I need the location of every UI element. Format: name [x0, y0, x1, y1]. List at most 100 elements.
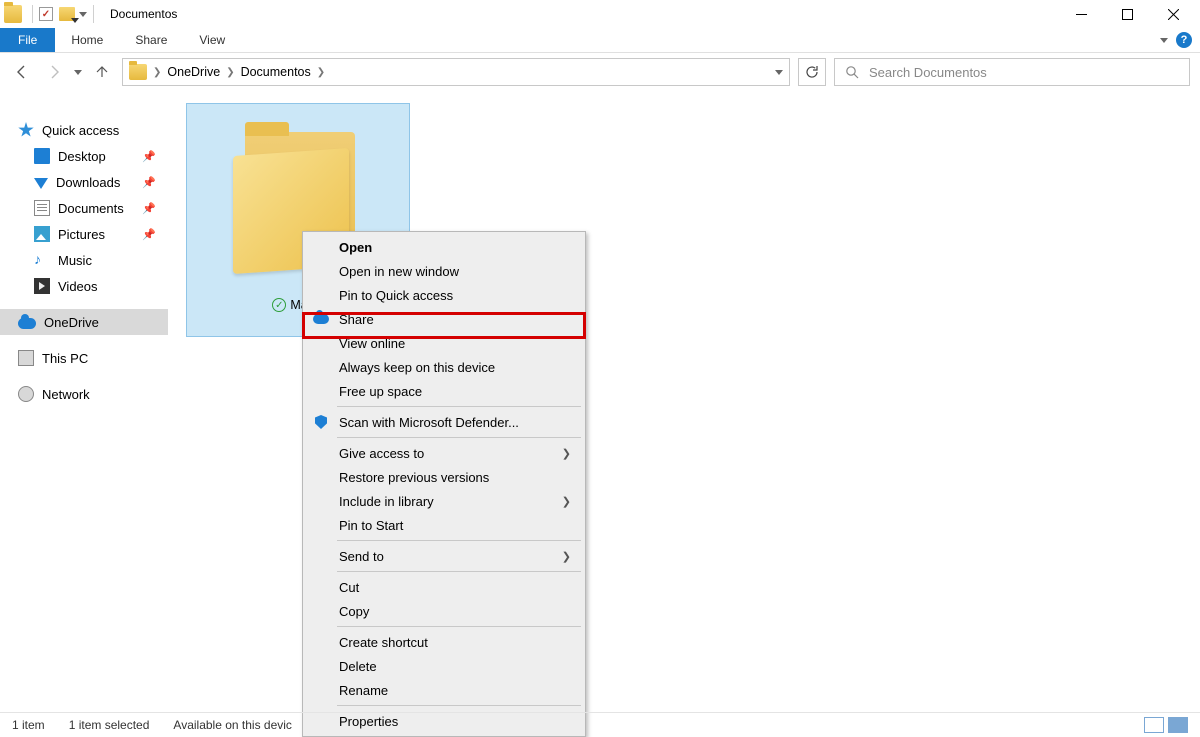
- qat-dropdown-icon[interactable]: [79, 12, 87, 17]
- ctx-label: Send to: [339, 549, 384, 564]
- ctx-defender-scan[interactable]: Scan with Microsoft Defender...: [305, 410, 583, 434]
- chevron-right-icon[interactable]: ❯: [153, 67, 161, 78]
- ctx-label: Scan with Microsoft Defender...: [339, 415, 519, 430]
- ctx-pin-quick-access[interactable]: Pin to Quick access: [305, 283, 583, 307]
- desktop-icon: [34, 148, 50, 164]
- chevron-right-icon: ❯: [562, 495, 571, 508]
- pin-icon: 📌: [142, 202, 156, 215]
- large-icons-view-button[interactable]: [1168, 717, 1188, 733]
- address-bar[interactable]: ❯ OneDrive ❯ Documentos ❯: [122, 58, 790, 86]
- address-folder-icon: [129, 64, 147, 80]
- share-tab[interactable]: Share: [119, 28, 183, 52]
- chevron-right-icon: ❯: [562, 550, 571, 563]
- ctx-label: Give access to: [339, 446, 424, 461]
- file-tab[interactable]: File: [0, 28, 55, 52]
- nav-downloads[interactable]: Downloads📌: [0, 169, 168, 195]
- nav-videos[interactable]: Videos: [0, 273, 168, 299]
- forward-button[interactable]: [42, 60, 66, 84]
- help-button[interactable]: ?: [1176, 32, 1192, 48]
- context-menu: Open Open in new window Pin to Quick acc…: [302, 231, 586, 737]
- chevron-right-icon[interactable]: ❯: [317, 67, 325, 78]
- music-icon: ♪: [34, 252, 50, 268]
- ctx-copy[interactable]: Copy: [305, 599, 583, 623]
- selected-count: 1 item selected: [69, 718, 150, 732]
- details-view-button[interactable]: [1144, 717, 1164, 733]
- navigation-row: ❯ OneDrive ❯ Documentos ❯ Search Documen…: [0, 53, 1200, 91]
- nav-label: Documents: [58, 201, 124, 216]
- ctx-open-new-window[interactable]: Open in new window: [305, 259, 583, 283]
- nav-music[interactable]: ♪ Music: [0, 247, 168, 273]
- divider: [93, 5, 94, 23]
- home-tab[interactable]: Home: [55, 28, 119, 52]
- ribbon: File Home Share View ?: [0, 28, 1200, 53]
- ctx-separator: [337, 705, 581, 706]
- minimize-button[interactable]: [1058, 0, 1104, 28]
- network-icon: [18, 386, 34, 402]
- nav-onedrive[interactable]: OneDrive: [0, 309, 168, 335]
- ctx-restore-previous[interactable]: Restore previous versions: [305, 465, 583, 489]
- ctx-rename[interactable]: Rename: [305, 678, 583, 702]
- ctx-delete[interactable]: Delete: [305, 654, 583, 678]
- navigation-pane: Quick access Desktop 📌 Downloads📌 Documen…: [0, 91, 168, 712]
- ctx-separator: [337, 437, 581, 438]
- ctx-free-up-space[interactable]: Free up space: [305, 379, 583, 403]
- refresh-button[interactable]: [798, 58, 826, 86]
- ctx-label: Open in new window: [339, 264, 459, 279]
- chevron-right-icon: ❯: [562, 447, 571, 460]
- crumb-onedrive[interactable]: OneDrive: [167, 65, 220, 79]
- maximize-button[interactable]: [1104, 0, 1150, 28]
- close-button[interactable]: [1150, 0, 1196, 28]
- search-icon: [845, 65, 859, 79]
- search-box[interactable]: Search Documentos: [834, 58, 1190, 86]
- ctx-share[interactable]: Share: [305, 307, 583, 331]
- pin-icon: 📌: [142, 176, 156, 189]
- nav-label: This PC: [42, 351, 88, 366]
- nav-pictures[interactable]: Pictures📌: [0, 221, 168, 247]
- ribbon-expand-icon[interactable]: [1160, 38, 1168, 43]
- address-history-icon[interactable]: [775, 70, 783, 75]
- app-folder-icon: [4, 5, 22, 23]
- nav-label: Videos: [58, 279, 98, 294]
- nav-desktop[interactable]: Desktop 📌: [0, 143, 168, 169]
- view-tab[interactable]: View: [183, 28, 241, 52]
- onedrive-icon: [18, 318, 36, 329]
- ctx-create-shortcut[interactable]: Create shortcut: [305, 630, 583, 654]
- star-icon: [18, 122, 34, 138]
- sync-ok-icon: ✓: [272, 298, 286, 312]
- shield-icon: [313, 414, 329, 430]
- ctx-include-in-library[interactable]: Include in library❯: [305, 489, 583, 513]
- ctx-open[interactable]: Open: [305, 235, 583, 259]
- nav-this-pc[interactable]: This PC: [0, 345, 168, 371]
- window-title: Documentos: [110, 7, 177, 21]
- ctx-separator: [337, 626, 581, 627]
- nav-quick-access[interactable]: Quick access: [0, 117, 168, 143]
- crumb-current[interactable]: Documentos: [241, 65, 311, 79]
- ctx-label: Rename: [339, 683, 388, 698]
- ctx-label: Share: [339, 312, 374, 327]
- ctx-always-keep[interactable]: Always keep on this device: [305, 355, 583, 379]
- ctx-pin-to-start[interactable]: Pin to Start: [305, 513, 583, 537]
- pin-icon: 📌: [142, 150, 156, 163]
- ctx-view-online[interactable]: View online: [305, 331, 583, 355]
- nav-label: Desktop: [58, 149, 106, 164]
- video-icon: [34, 278, 50, 294]
- qat-properties-icon[interactable]: ✓: [39, 7, 53, 21]
- nav-label: Music: [58, 253, 92, 268]
- chevron-right-icon[interactable]: ❯: [226, 67, 234, 78]
- ctx-give-access-to[interactable]: Give access to ❯: [305, 441, 583, 465]
- item-count: 1 item: [12, 718, 45, 732]
- ctx-separator: [337, 540, 581, 541]
- ctx-label: Free up space: [339, 384, 422, 399]
- nav-label: OneDrive: [44, 315, 99, 330]
- ctx-cut[interactable]: Cut: [305, 575, 583, 599]
- nav-documents[interactable]: Documents 📌: [0, 195, 168, 221]
- back-button[interactable]: [10, 60, 34, 84]
- ctx-label: Copy: [339, 604, 369, 619]
- nav-network[interactable]: Network: [0, 381, 168, 407]
- ctx-separator: [337, 571, 581, 572]
- ctx-send-to[interactable]: Send to ❯: [305, 544, 583, 568]
- qat-new-folder-icon[interactable]: [59, 7, 75, 21]
- history-dropdown-icon[interactable]: [74, 70, 82, 75]
- ctx-label: View online: [339, 336, 405, 351]
- up-button[interactable]: [90, 60, 114, 84]
